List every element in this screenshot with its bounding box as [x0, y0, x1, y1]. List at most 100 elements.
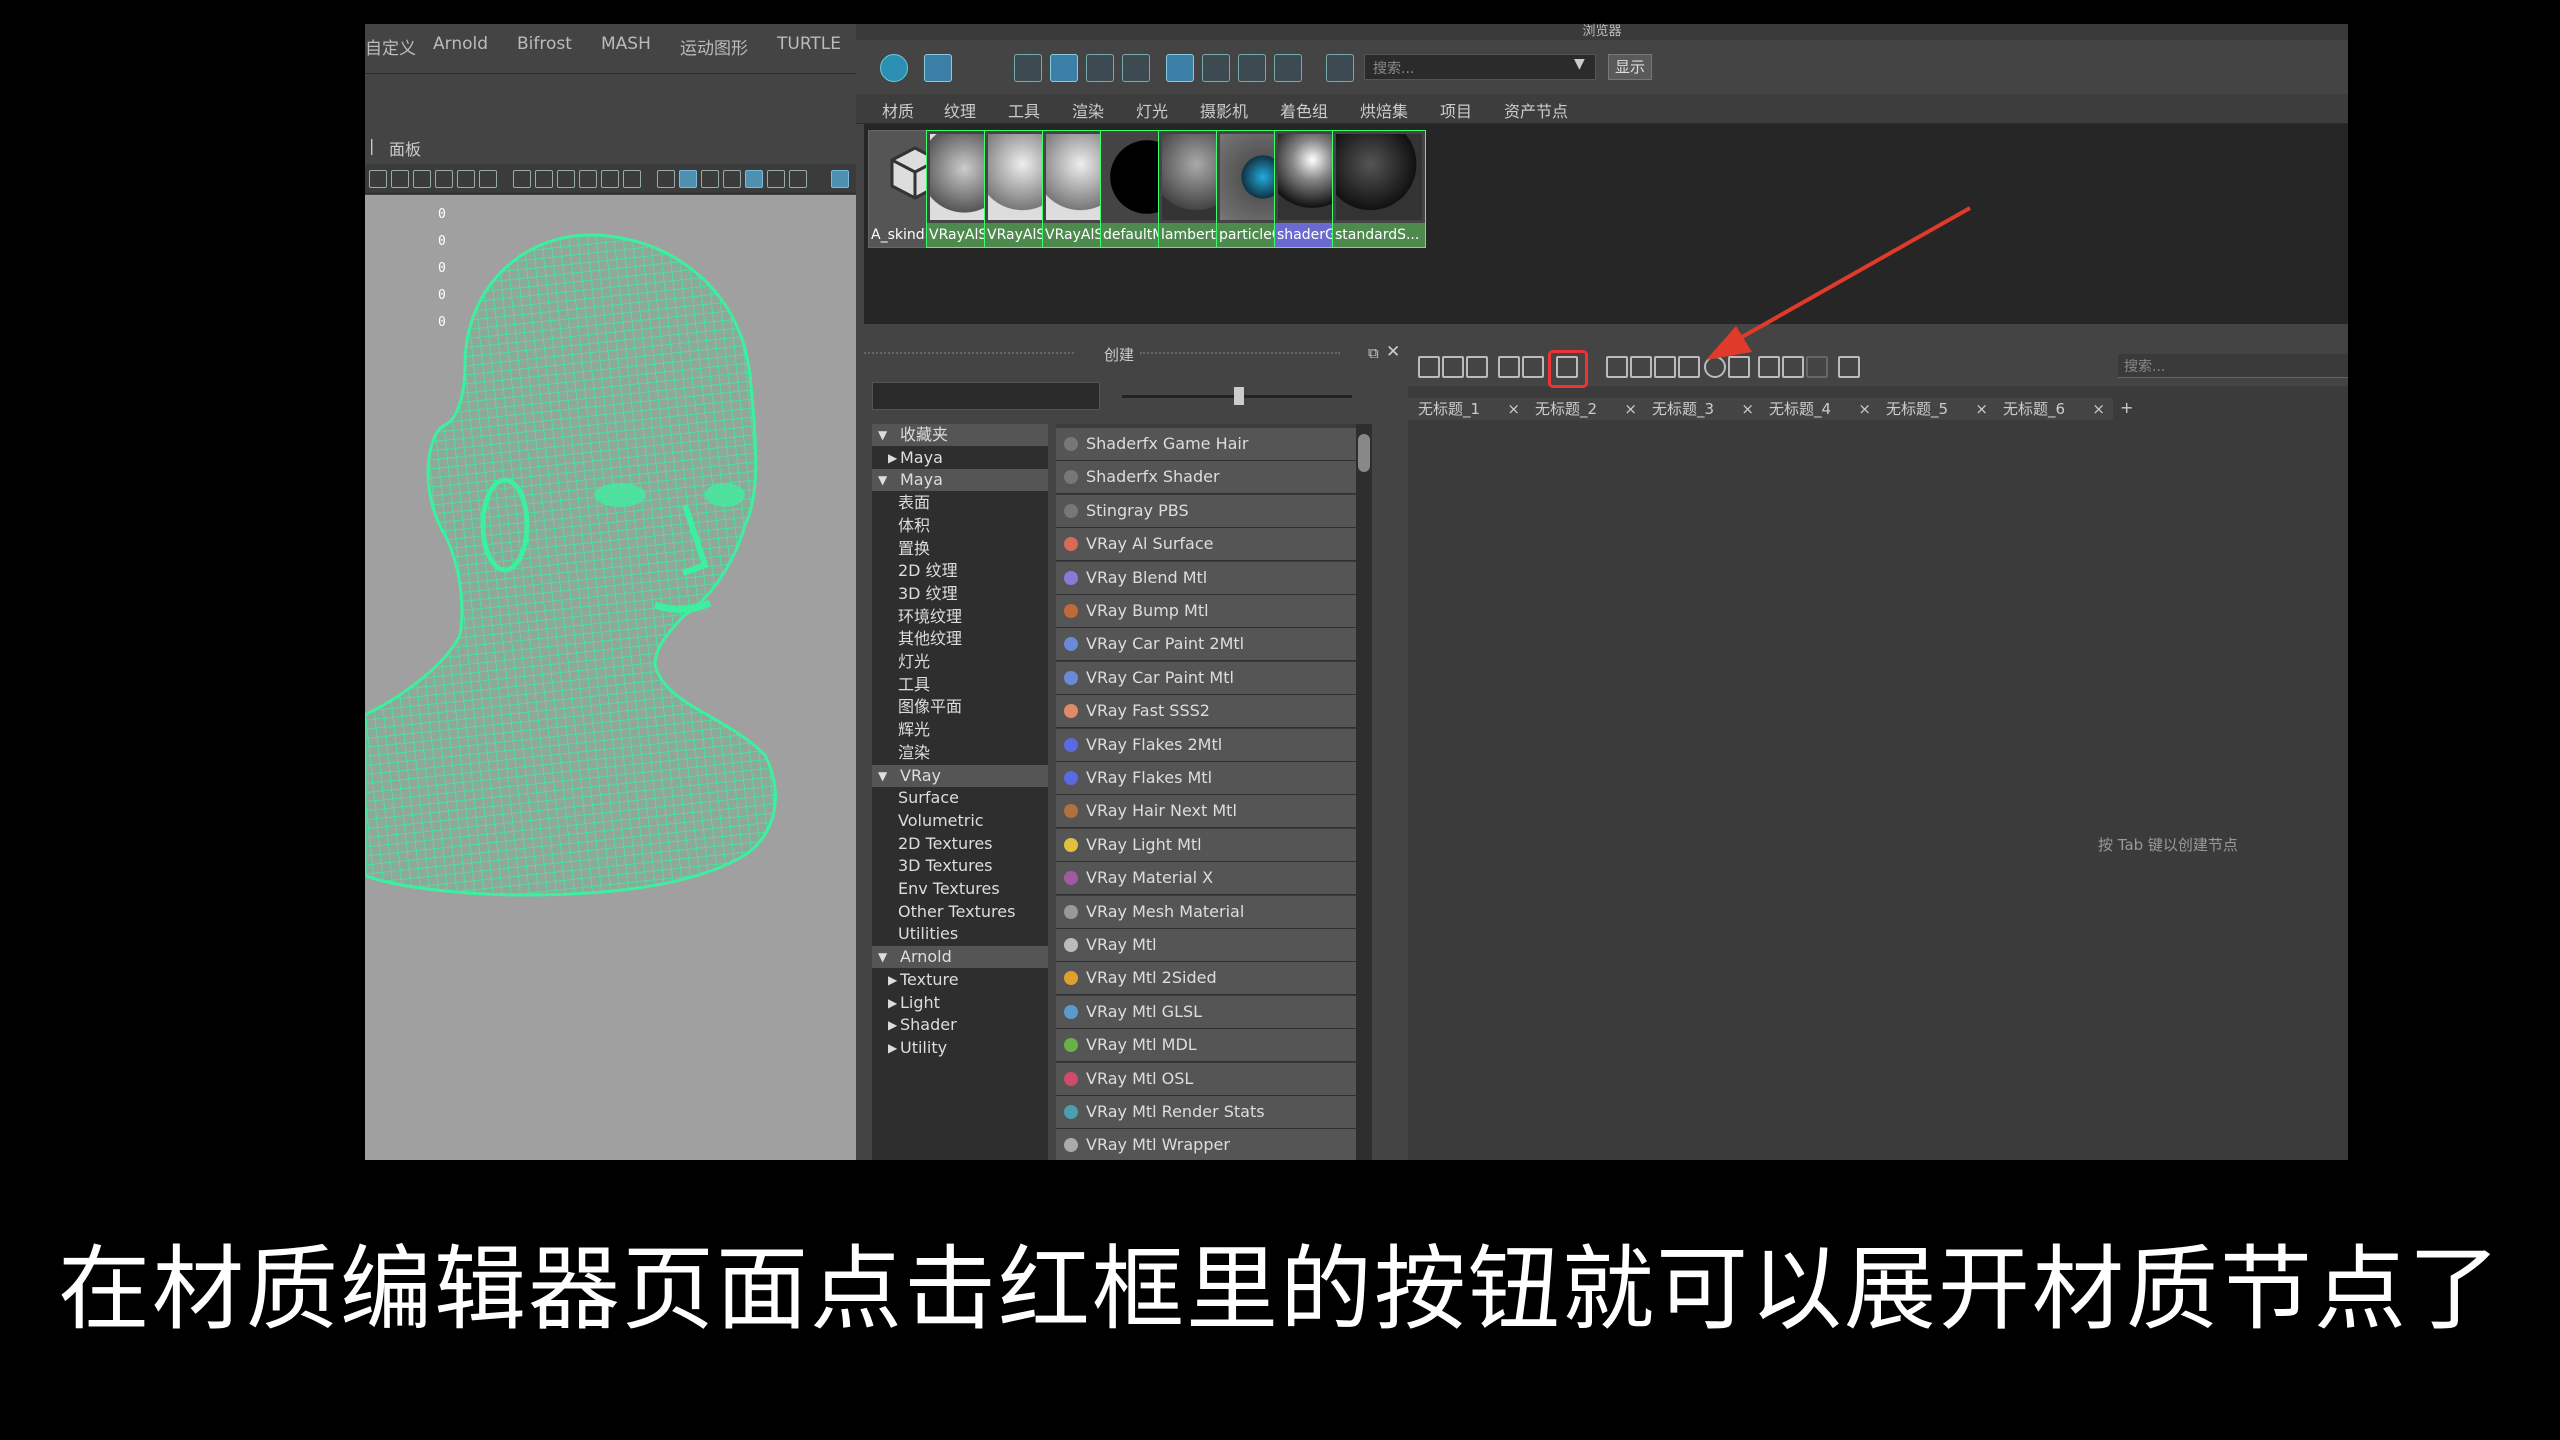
category-item[interactable]: 置换 [872, 538, 1048, 560]
viewport-canvas[interactable]: 0 0 0 0 0 [365, 195, 856, 1160]
chevron-right-icon[interactable]: ▶ [888, 992, 897, 1014]
tab-untitled[interactable]: 无标题_5 × [1876, 398, 1996, 420]
simple-mode-icon[interactable] [1606, 356, 1628, 378]
node-list-item[interactable]: Shaderfx Shader [1056, 461, 1356, 495]
close-icon[interactable]: ✕ [1386, 342, 1400, 362]
node-list-item[interactable]: VRay Mtl [1056, 929, 1356, 962]
tab-textures[interactable]: 纹理 [944, 98, 976, 122]
input-output-icon[interactable] [1442, 356, 1464, 378]
tab-lights[interactable]: 灯光 [1136, 98, 1168, 122]
category-item[interactable]: ▼ 收藏夹 [872, 424, 1048, 446]
huge-icons-icon[interactable] [1122, 54, 1150, 82]
category-item[interactable]: Env Textures [872, 878, 1048, 900]
chevron-down-icon[interactable]: ▼ [878, 424, 887, 446]
safe-title-icon[interactable] [623, 170, 641, 188]
medium-icons-icon[interactable] [1050, 54, 1078, 82]
node-list-item[interactable]: VRay Mtl 2Sided [1056, 962, 1356, 996]
category-item[interactable]: ▼ Arnold [872, 946, 1048, 969]
scroll-thumb[interactable] [1358, 434, 1370, 472]
node-list-item[interactable]: VRay Fast SSS2 [1056, 695, 1356, 729]
node-list-item[interactable]: VRay Blend Mtl [1056, 561, 1356, 595]
field-chart-icon[interactable] [579, 170, 597, 188]
panel-menu[interactable]: 面板 [389, 136, 421, 160]
chevron-down-icon[interactable]: ▼ [878, 765, 887, 787]
node-list-item[interactable]: VRay Al Surface [1056, 528, 1356, 562]
create-search-input[interactable] [872, 382, 1100, 410]
xray-icon[interactable] [745, 170, 763, 188]
node-list-item[interactable]: VRay Light Mtl [1056, 828, 1356, 862]
drag-handle[interactable] [1140, 352, 1340, 354]
shelf-tab-mash[interactable]: MASH [601, 34, 651, 54]
node-list-item[interactable]: Shaderfx Game Hair [1056, 428, 1356, 461]
tab-materials[interactable]: 材质 [882, 98, 914, 122]
shadows-icon[interactable] [723, 170, 741, 188]
node-list-item[interactable]: VRay Mtl OSL [1056, 1062, 1356, 1096]
category-item[interactable]: ▶ Maya [872, 447, 1048, 469]
add-tab-button[interactable]: + [2120, 398, 2133, 417]
tab-projects[interactable]: 项目 [1440, 98, 1472, 122]
node-list-item[interactable]: Stingray PBS [1056, 494, 1356, 528]
gate-mask-icon[interactable] [557, 170, 575, 188]
node-editor-search-input[interactable]: 搜索... [2118, 354, 2348, 378]
image-plane-icon[interactable] [435, 170, 453, 188]
large-icons-icon[interactable] [1086, 54, 1114, 82]
node-list-item[interactable]: VRay Hair Next Mtl [1056, 795, 1356, 829]
node-list-item[interactable]: VRay Material X [1056, 862, 1356, 896]
safe-action-icon[interactable] [601, 170, 619, 188]
graph-materials-icon[interactable] [924, 54, 952, 82]
chevron-down-icon[interactable]: ▼ [878, 946, 887, 968]
wireframe-icon[interactable] [513, 170, 531, 188]
tab-untitled[interactable]: 无标题_2 × [1525, 398, 1645, 420]
sort-by-name-icon[interactable] [1166, 54, 1194, 82]
category-item[interactable]: 工具 [872, 674, 1048, 696]
shelf-tab-arnold[interactable]: Arnold [433, 34, 488, 54]
tab-utilities[interactable]: 工具 [1008, 98, 1040, 122]
category-item[interactable]: ▶ Light [872, 992, 1048, 1014]
category-item[interactable]: 3D Textures [872, 855, 1048, 877]
category-item[interactable]: 表面 [872, 492, 1048, 514]
drag-handle[interactable] [864, 352, 1074, 354]
minus-icon[interactable] [956, 54, 984, 82]
category-item[interactable]: 灯光 [872, 651, 1048, 673]
node-list-item[interactable]: VRay Mtl Render Stats [1056, 1096, 1356, 1129]
tab-asset-nodes[interactable]: 资产节点 [1504, 98, 1568, 122]
node-list-item[interactable]: VRay Bump Mtl [1056, 595, 1356, 628]
category-item[interactable]: ▶ Shader [872, 1014, 1048, 1036]
close-icon[interactable]: × [1507, 398, 1520, 420]
close-icon[interactable]: × [1624, 398, 1637, 420]
chevron-right-icon[interactable]: ▶ [888, 447, 897, 469]
node-list-scrollbar[interactable] [1356, 424, 1372, 1160]
wireframe-on-shaded-icon[interactable] [679, 170, 697, 188]
tab-bake-sets[interactable]: 烘焙集 [1360, 98, 1408, 122]
tab-untitled[interactable]: 无标题_4 × [1759, 398, 1879, 420]
chevron-right-icon[interactable]: ▶ [888, 1014, 897, 1036]
slider-handle[interactable] [1234, 387, 1244, 405]
shaded-icon[interactable] [657, 170, 675, 188]
category-item[interactable]: 辉光 [872, 719, 1048, 741]
category-item[interactable]: ▶ Texture [872, 969, 1048, 991]
category-item[interactable]: Other Textures [872, 901, 1048, 923]
shelf-tab-turtle[interactable]: TURTLE [777, 34, 841, 54]
frame-all-icon[interactable] [1498, 356, 1520, 378]
close-icon[interactable]: × [1975, 398, 1988, 420]
node-list-item[interactable]: VRay Car Paint Mtl [1056, 661, 1356, 695]
category-item[interactable]: Volumetric [872, 810, 1048, 832]
category-item[interactable]: 环境纹理 [872, 606, 1048, 628]
toggle-on-icon[interactable] [880, 54, 908, 82]
category-item[interactable]: 图像平面 [872, 696, 1048, 718]
category-item[interactable]: ▼ VRay [872, 764, 1048, 787]
shelf-tab-custom[interactable]: 自定义 [365, 34, 416, 59]
category-item[interactable]: 3D 纹理 [872, 583, 1048, 605]
category-item[interactable]: ▶ Utility [872, 1037, 1048, 1059]
category-item[interactable]: 渲染 [872, 742, 1048, 764]
shelf-tab-bifrost[interactable]: Bifrost [517, 34, 572, 54]
reverse-order-icon[interactable] [1274, 54, 1302, 82]
float-icon[interactable]: ⧉ [1368, 344, 1379, 362]
category-item[interactable]: 2D Textures [872, 833, 1048, 855]
node-list-item[interactable]: VRay Flakes 2Mtl [1056, 728, 1356, 762]
tab-cameras[interactable]: 摄影机 [1200, 98, 1248, 122]
head-wireframe-model[interactable] [365, 195, 856, 1160]
category-item[interactable]: 其他纹理 [872, 628, 1048, 650]
input-connections-icon[interactable] [1418, 356, 1440, 378]
sort-by-time-icon[interactable] [1238, 54, 1266, 82]
